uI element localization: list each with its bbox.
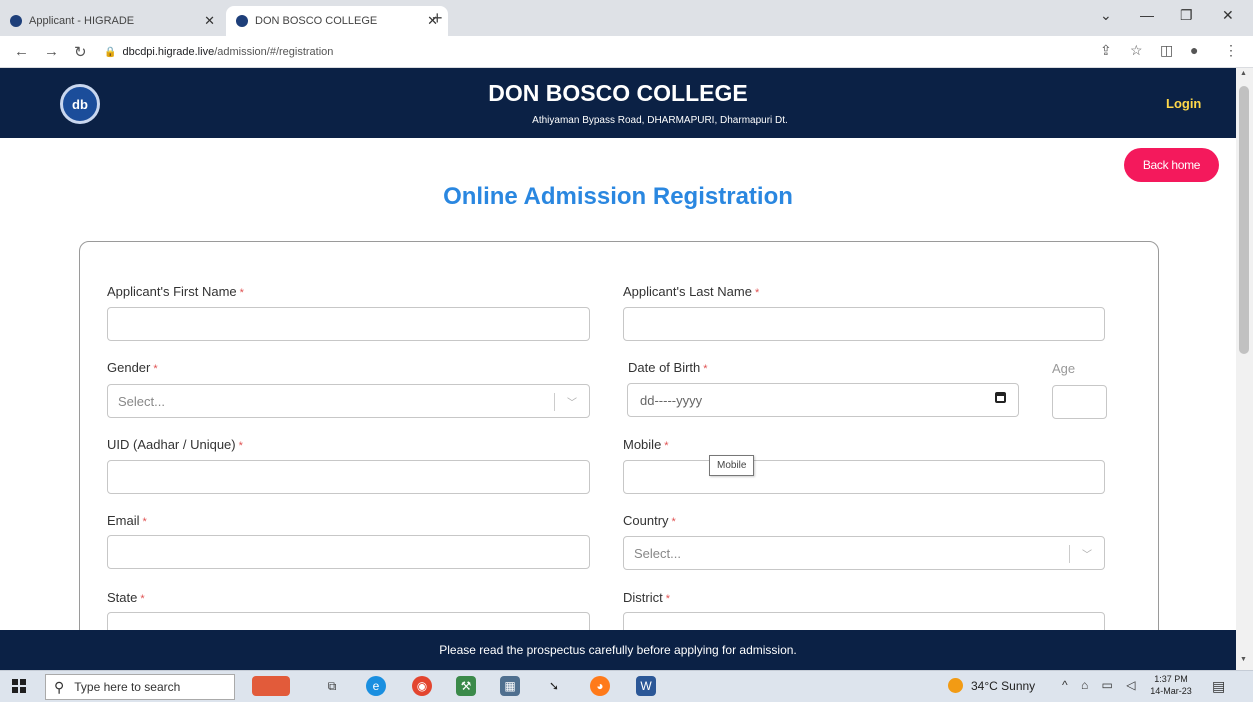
word-icon[interactable]: W <box>636 676 656 696</box>
tab-title: DON BOSCO COLLEGE <box>255 15 378 27</box>
tab-applicant[interactable]: Applicant - HIGRADE ✕ <box>0 6 225 36</box>
gender-placeholder: Select... <box>118 393 165 409</box>
chevron-down-icon: ﹀ <box>1082 550 1092 561</box>
windows-start-icon[interactable] <box>12 679 26 693</box>
scroll-down-icon[interactable]: ▼ <box>1240 656 1247 663</box>
dob-placeholder: dd-----yyyy <box>640 392 703 408</box>
scroll-up-icon[interactable]: ▲ <box>1240 70 1247 77</box>
mobile-tooltip: Mobile <box>709 455 755 476</box>
mobile-input[interactable] <box>623 460 1105 494</box>
firefox-icon[interactable]: ◕ <box>590 676 610 696</box>
page-title: Online Admission Registration <box>443 183 793 210</box>
system-tray-icons[interactable]: ^ ⌂ ▭ ◁ <box>1062 678 1140 692</box>
weather-text: 34°C Sunny <box>971 678 1036 693</box>
country-select[interactable]: Select... ﹀ <box>623 536 1105 570</box>
lock-icon: 🔒 <box>104 46 117 58</box>
taskbar-search-placeholder: Type here to search <box>74 680 181 694</box>
maximize-button[interactable]: ❐ <box>1180 7 1193 24</box>
age-input[interactable] <box>1052 385 1107 419</box>
favicon-icon <box>236 15 248 27</box>
calendar-icon[interactable] <box>995 392 1006 403</box>
search-icon: ⚲ <box>54 678 65 695</box>
tab-title: Applicant - HIGRADE <box>29 15 135 27</box>
college-name: DON BOSCO COLLEGE <box>488 80 748 106</box>
system-clock[interactable]: 1:37 PM 14-Mar-23 <box>1148 673 1194 697</box>
bookmark-star-icon[interactable]: ☆ <box>1130 42 1143 59</box>
task-view-icon[interactable]: ⧉ <box>322 676 342 696</box>
url-input[interactable]: 🔒 dbcdpi.higrade.live /admission/#/regis… <box>104 40 1084 64</box>
mobile-label: Mobile * <box>623 437 669 452</box>
url-host: dbcdpi.higrade.live <box>122 46 215 58</box>
gender-select[interactable]: Select... ﹀ <box>107 384 590 418</box>
last-name-input[interactable] <box>623 307 1105 341</box>
college-address: Athiyaman Bypass Road, DHARMAPURI, Dharm… <box>532 115 788 126</box>
close-tab-icon[interactable]: ✕ <box>204 13 215 29</box>
dob-date-input[interactable]: dd-----yyyy <box>627 383 1019 417</box>
minimize-button[interactable]: — <box>1140 7 1154 23</box>
side-panel-icon[interactable]: ◫ <box>1160 42 1173 59</box>
app-icon[interactable]: ⚒ <box>456 676 476 696</box>
age-label: Age <box>1052 361 1076 376</box>
url-path: /admission/#/registration <box>214 46 334 58</box>
uid-input[interactable] <box>107 460 590 494</box>
new-tab-button[interactable]: + <box>432 8 443 29</box>
back-icon[interactable]: ← <box>14 43 29 60</box>
back-home-button[interactable]: Back home <box>1124 148 1219 182</box>
dob-label: Date of Birth * <box>628 360 708 375</box>
menu-kebab-icon[interactable]: ⋮ <box>1224 42 1238 59</box>
clock-time: 1:37 PM <box>1154 674 1188 684</box>
first-name-label: Applicant's First Name * <box>107 284 244 299</box>
email-label: Email * <box>107 513 147 528</box>
clock-date: 14-Mar-23 <box>1150 686 1192 696</box>
country-label: Country * <box>623 513 676 528</box>
reload-icon[interactable]: ↻ <box>74 43 87 61</box>
chrome-icon[interactable]: ◉ <box>412 676 432 696</box>
profile-icon[interactable]: ● <box>1190 42 1198 58</box>
gender-label: Gender * <box>107 360 158 375</box>
tab-search-icon[interactable]: ⌄ <box>1100 7 1112 24</box>
close-window-button[interactable]: ✕ <box>1222 7 1234 24</box>
cursor-app-icon[interactable]: ➘ <box>544 676 564 696</box>
notification-icon[interactable]: ▤ <box>1212 678 1225 695</box>
district-label: District * <box>623 590 670 605</box>
share-icon[interactable]: ⇪ <box>1100 42 1112 59</box>
country-placeholder: Select... <box>634 545 681 561</box>
forward-icon[interactable]: → <box>44 43 59 60</box>
scrollbar-thumb[interactable] <box>1239 86 1249 354</box>
calculator-icon[interactable]: ▦ <box>500 676 520 696</box>
edge-icon[interactable]: e <box>366 676 386 696</box>
email-input[interactable] <box>107 535 590 569</box>
cake-app-icon[interactable] <box>252 676 290 696</box>
first-name-input[interactable] <box>107 307 590 341</box>
chevron-down-icon: ﹀ <box>567 398 577 409</box>
favicon-icon <box>10 15 22 27</box>
footer-notice: Please read the prospectus carefully bef… <box>0 630 1236 670</box>
uid-label: UID (Aadhar / Unique) * <box>107 437 243 452</box>
taskbar-search-input[interactable]: ⚲ Type here to search <box>45 674 235 700</box>
weather-widget[interactable]: 34°C Sunny <box>948 678 1035 693</box>
tab-don-bosco[interactable]: DON BOSCO COLLEGE ✕ <box>226 6 448 36</box>
state-label: State * <box>107 590 145 605</box>
last-name-label: Applicant's Last Name * <box>623 284 760 299</box>
sun-icon <box>948 678 963 693</box>
login-link[interactable]: Login <box>1166 96 1201 111</box>
